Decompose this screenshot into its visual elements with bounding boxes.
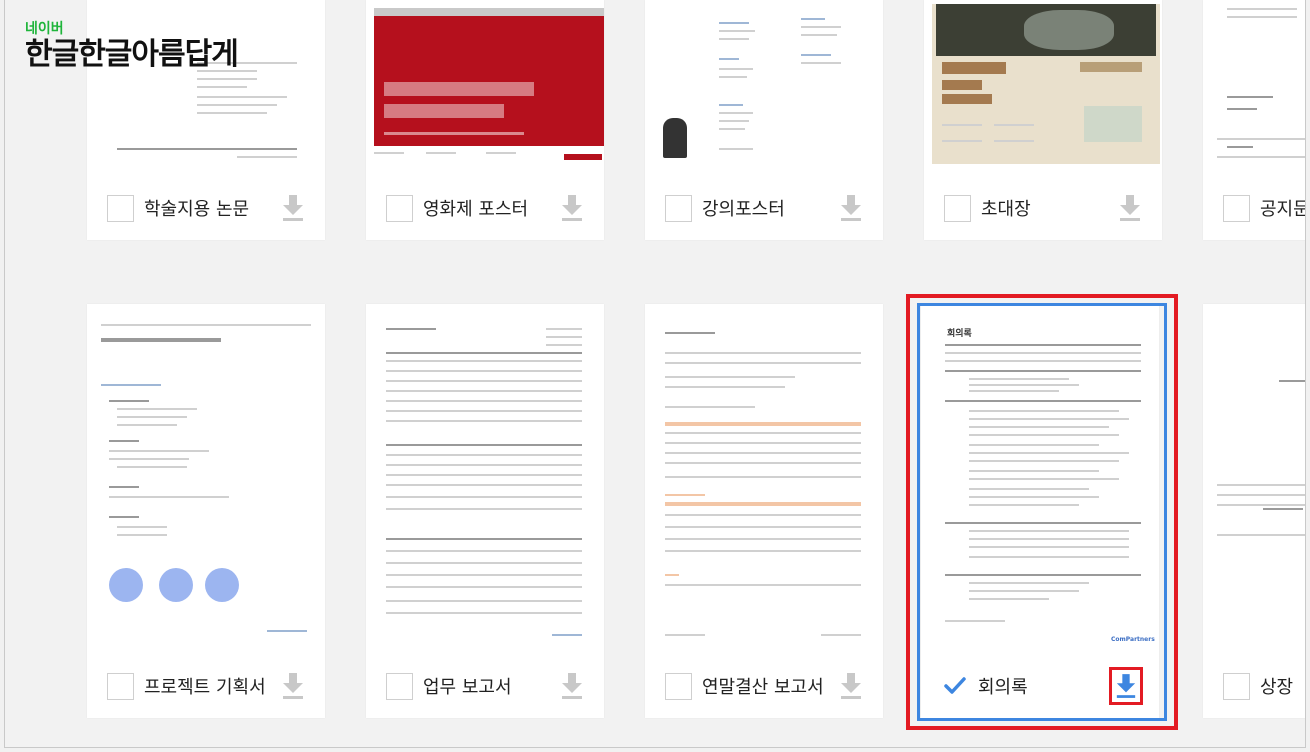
template-label: 강의포스터 xyxy=(702,199,785,220)
logo-brand: 네이버 xyxy=(25,21,64,37)
logo-title: 한글한글아름답게 xyxy=(25,37,239,72)
template-card-invitation[interactable]: 초대장 xyxy=(924,0,1162,240)
download-icon[interactable] xyxy=(839,193,863,223)
template-caption: 학술지용 논문 xyxy=(87,176,325,240)
checkbox-icon[interactable] xyxy=(107,194,134,222)
template-card-work-report[interactable]: 업무 보고서 xyxy=(366,304,604,718)
checkbox-icon[interactable] xyxy=(386,194,413,222)
checkbox-icon[interactable] xyxy=(944,194,971,222)
meeting-thumb-brand: ComPartners xyxy=(1111,636,1155,643)
template-thumbnail xyxy=(1203,0,1305,176)
checkbox-icon[interactable] xyxy=(941,672,968,700)
download-icon[interactable] xyxy=(281,671,305,701)
template-label: 회의록 xyxy=(978,677,1028,698)
template-thumbnail xyxy=(645,304,883,654)
template-caption: 프로젝트 기획서 xyxy=(87,654,325,718)
template-label: 초대장 xyxy=(981,199,1031,220)
template-card-project-plan[interactable]: 프로젝트 기획서 xyxy=(87,304,325,718)
checkbox-icon[interactable] xyxy=(1223,194,1250,222)
checkbox-icon[interactable] xyxy=(1223,672,1250,700)
template-card-meeting-minutes[interactable]: 회의록 ComPartners 회의록 xyxy=(921,304,1159,718)
template-label: 업무 보고서 xyxy=(423,677,512,698)
checkbox-icon[interactable] xyxy=(386,672,413,700)
download-icon[interactable] xyxy=(560,671,584,701)
template-caption: 회의록 xyxy=(921,654,1159,718)
template-card-film-poster[interactable]: 영화제 포스터 xyxy=(366,0,604,240)
template-gallery: 네이버 한글한글아름답게 학술지용 논문 영화제 포스터 강의포스터 초대장 공… xyxy=(4,0,1306,748)
download-icon[interactable] xyxy=(839,671,863,701)
checkbox-icon[interactable] xyxy=(665,672,692,700)
template-card-year-end-report[interactable]: 연말결산 보고서 xyxy=(645,304,883,718)
template-thumbnail xyxy=(366,0,604,176)
template-caption: 강의포스터 xyxy=(645,176,883,240)
template-label: 공지문 xyxy=(1260,199,1306,220)
template-caption: 공지문 xyxy=(1203,176,1306,240)
template-thumbnail xyxy=(366,304,604,654)
template-caption: 상장 xyxy=(1203,654,1305,718)
template-card-certificate[interactable]: 상장 xyxy=(1203,304,1305,718)
template-thumbnail xyxy=(87,304,325,654)
template-label: 영화제 포스터 xyxy=(423,199,529,220)
download-icon[interactable] xyxy=(281,193,305,223)
template-caption: 초대장 xyxy=(924,176,1162,240)
template-card-notice[interactable]: 공지문 xyxy=(1203,0,1306,240)
template-caption: 영화제 포스터 xyxy=(366,176,604,240)
template-label: 연말결산 보고서 xyxy=(702,677,824,698)
template-label: 프로젝트 기획서 xyxy=(144,677,266,698)
template-thumbnail: 회의록 ComPartners xyxy=(921,304,1159,654)
template-thumbnail xyxy=(1203,304,1305,654)
template-label: 학술지용 논문 xyxy=(144,199,250,220)
checkmark-icon xyxy=(943,677,966,694)
download-icon[interactable] xyxy=(1109,667,1143,705)
checkbox-icon[interactable] xyxy=(107,672,134,700)
download-icon[interactable] xyxy=(1118,193,1142,223)
template-caption: 업무 보고서 xyxy=(366,654,604,718)
download-icon[interactable] xyxy=(560,193,584,223)
naver-logo: 네이버 한글한글아름답게 xyxy=(25,18,239,72)
template-thumbnail xyxy=(645,0,883,176)
template-card-lecture-poster[interactable]: 강의포스터 xyxy=(645,0,883,240)
template-thumbnail xyxy=(924,0,1162,176)
meeting-thumb-title: 회의록 xyxy=(947,329,972,339)
template-caption: 연말결산 보고서 xyxy=(645,654,883,718)
template-label: 상장 xyxy=(1260,677,1294,698)
checkbox-icon[interactable] xyxy=(665,194,692,222)
